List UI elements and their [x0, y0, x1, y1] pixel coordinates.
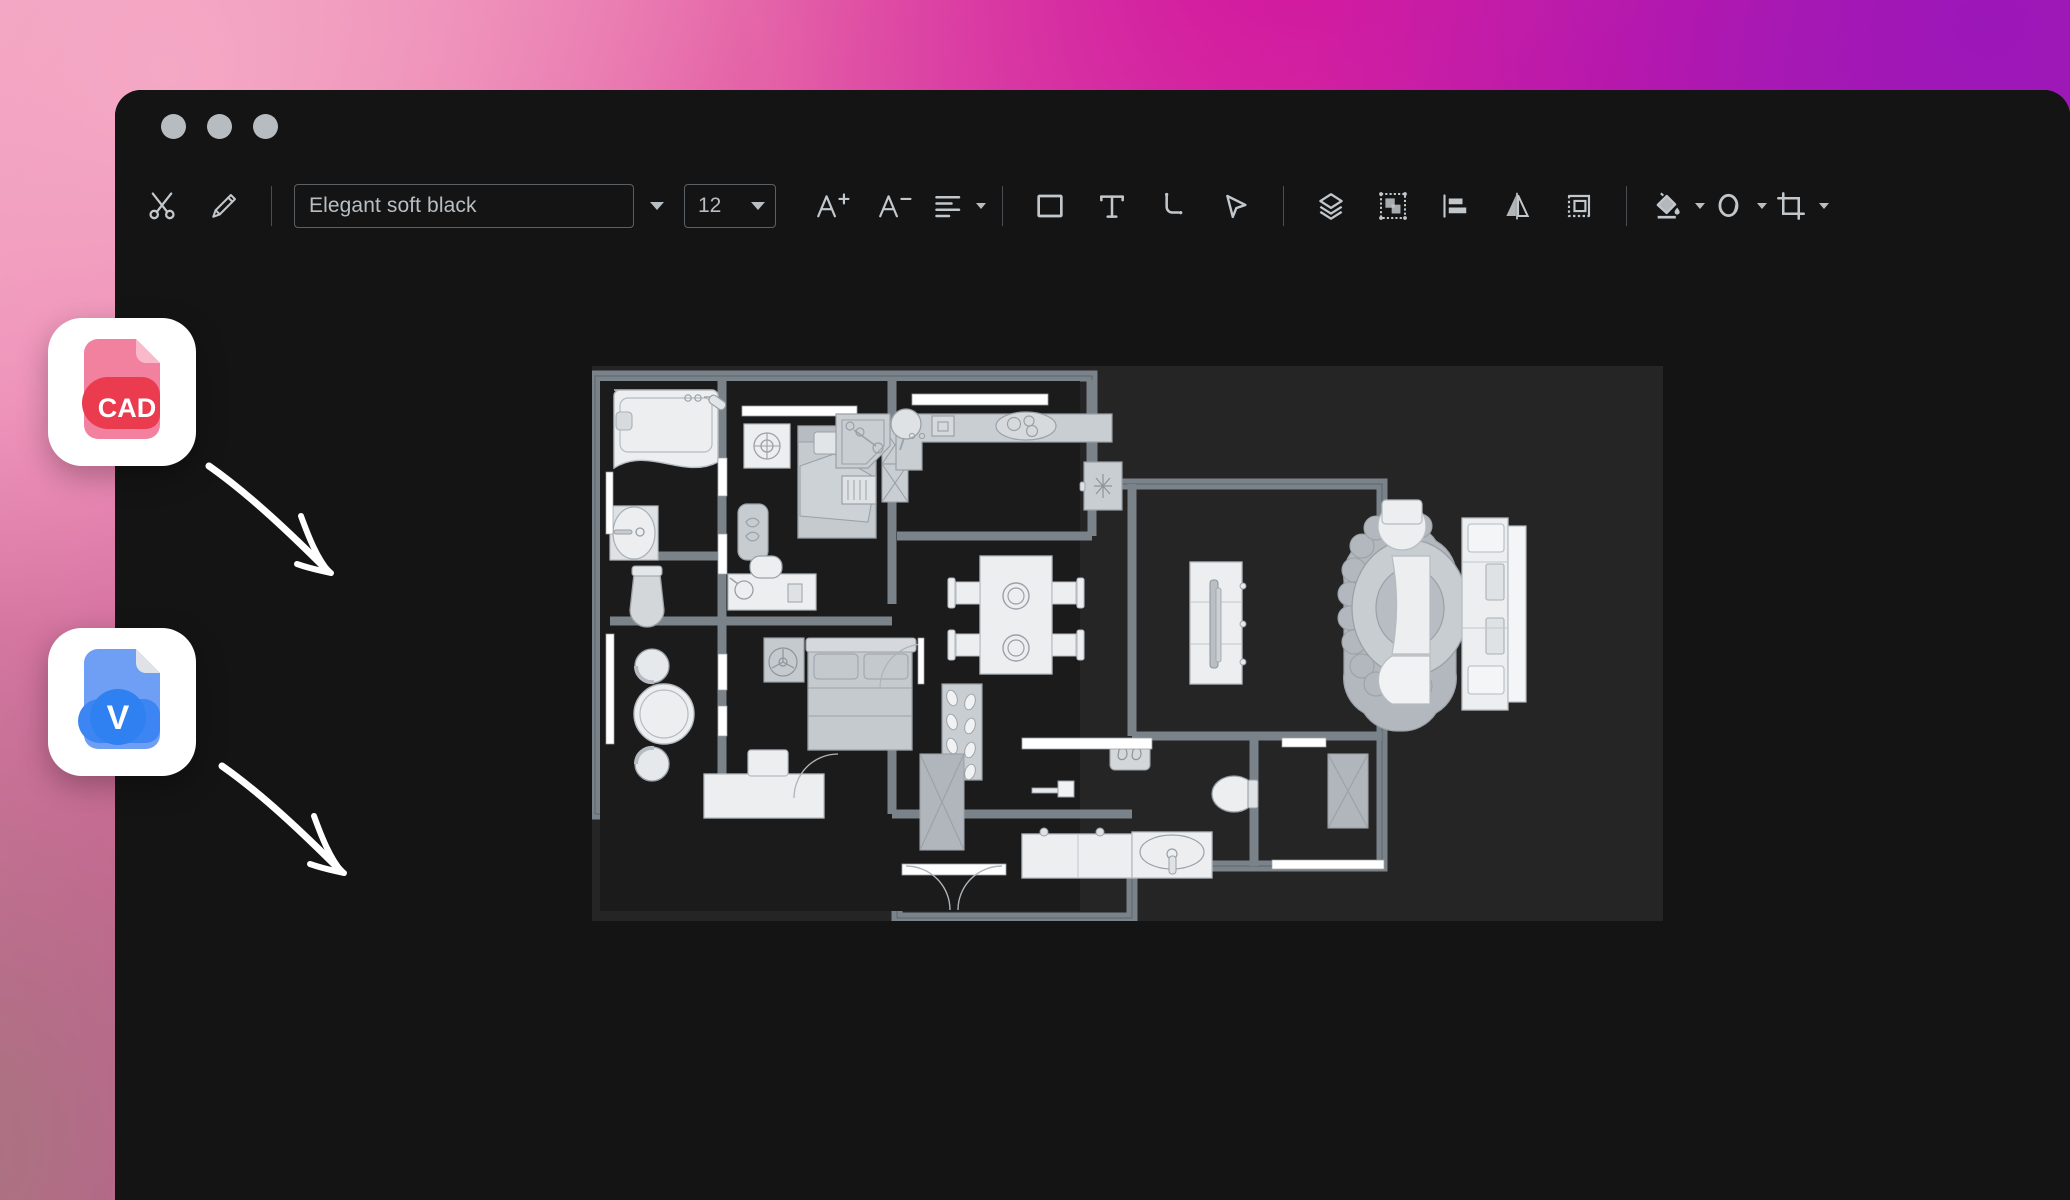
- shape-icon: [1713, 190, 1745, 222]
- app-window: Elegant soft black 12: [115, 90, 2070, 1200]
- font-size-value: 12: [698, 194, 722, 217]
- increase-font-button[interactable]: [802, 177, 864, 235]
- visio-file-label: V: [107, 699, 130, 737]
- cad-file-badge[interactable]: CAD: [48, 318, 196, 466]
- group-icon: [1377, 190, 1409, 222]
- shape-button[interactable]: [1705, 177, 1767, 235]
- text-icon: [1096, 190, 1128, 222]
- crop-dropdown-icon[interactable]: [1819, 203, 1829, 209]
- select-tool-button[interactable]: [1205, 177, 1267, 235]
- toolbar-divider: [1002, 186, 1003, 226]
- visio-file-icon: V: [78, 649, 160, 749]
- cursor-icon: [1220, 190, 1252, 222]
- align-objects-button[interactable]: [1424, 177, 1486, 235]
- arrange-icon: [1563, 190, 1595, 222]
- screenshot-stage: Elegant soft black 12 CAD V: [0, 0, 2070, 1200]
- format-painter-button[interactable]: [193, 177, 255, 235]
- toolbar-divider: [1626, 186, 1627, 226]
- mirror-icon: [1501, 190, 1533, 222]
- rectangle-tool-button[interactable]: [1019, 177, 1081, 235]
- cad-file-label: CAD: [98, 393, 157, 423]
- decrease-font-button[interactable]: [864, 177, 926, 235]
- font-name-dropdown-icon[interactable]: [650, 202, 664, 210]
- floor-plan-drawing[interactable]: [592, 366, 1663, 921]
- format-painter-icon: [209, 191, 239, 221]
- crop-button[interactable]: [1767, 177, 1829, 235]
- mirror-button[interactable]: [1486, 177, 1548, 235]
- drawing-canvas[interactable]: [592, 366, 1663, 921]
- minimize-button[interactable]: [207, 113, 232, 139]
- scissors-icon: [145, 189, 179, 223]
- align-text-icon-wrap: [926, 177, 972, 235]
- crop-icon-wrap: [1767, 177, 1815, 235]
- toolbar-divider: [1283, 186, 1284, 226]
- align-text-icon: [934, 193, 964, 219]
- window-controls: [161, 113, 278, 139]
- decrease-font-icon: [877, 189, 913, 223]
- rectangle-icon: [1034, 190, 1066, 222]
- align-text-dropdown-icon[interactable]: [976, 203, 986, 209]
- cut-button[interactable]: [131, 177, 193, 235]
- increase-font-icon: [815, 189, 851, 223]
- visio-file-badge[interactable]: V: [48, 628, 196, 776]
- shape-dropdown-icon[interactable]: [1757, 203, 1767, 209]
- close-button[interactable]: [161, 113, 186, 139]
- font-name-value: Elegant soft black: [309, 194, 477, 217]
- align-objects-icon: [1440, 191, 1470, 221]
- align-text-button[interactable]: [926, 177, 986, 235]
- shape-icon-wrap: [1705, 177, 1753, 235]
- cad-file-icon: CAD: [82, 339, 160, 439]
- toolbar-divider: [271, 186, 272, 226]
- fill-icon-wrap: [1643, 177, 1691, 235]
- crop-icon: [1775, 190, 1807, 222]
- maximize-button[interactable]: [253, 113, 278, 139]
- fill-icon: [1651, 190, 1683, 222]
- room-bedroom-4: [1271, 737, 1385, 870]
- text-tool-button[interactable]: [1081, 177, 1143, 235]
- fill-color-button[interactable]: [1643, 177, 1705, 235]
- window-titlebar: [115, 90, 2070, 162]
- polyline-tool-button[interactable]: [1143, 177, 1205, 235]
- polyline-icon: [1158, 190, 1190, 222]
- layers-button[interactable]: [1300, 177, 1362, 235]
- font-size-dropdown-icon[interactable]: [751, 202, 765, 210]
- toolbar: Elegant soft black 12: [115, 162, 2070, 250]
- font-name-input[interactable]: Elegant soft black: [294, 184, 634, 228]
- font-size-input[interactable]: 12: [684, 184, 776, 228]
- layers-icon: [1315, 190, 1347, 222]
- fill-dropdown-icon[interactable]: [1695, 203, 1705, 209]
- arrange-button[interactable]: [1548, 177, 1610, 235]
- group-button[interactable]: [1362, 177, 1424, 235]
